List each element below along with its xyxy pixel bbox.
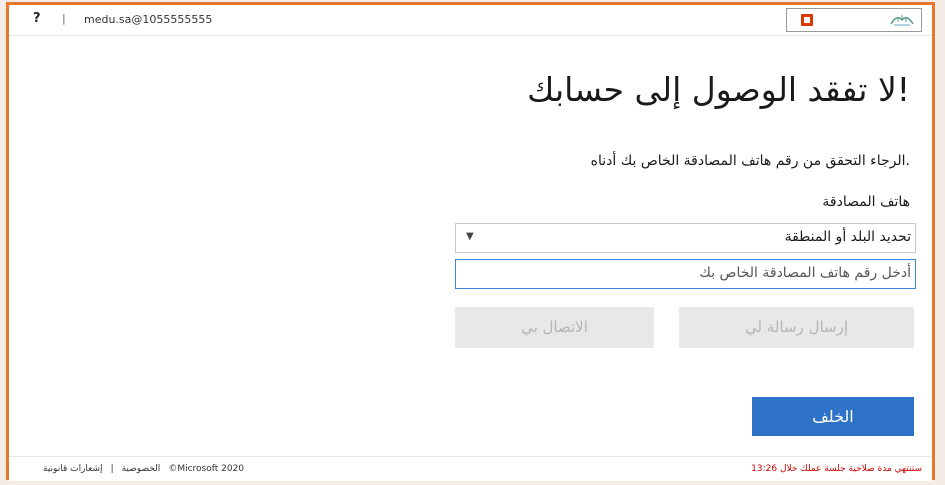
text-me-button[interactable]: إرسال رسالة لي — [679, 307, 914, 348]
legal-link[interactable]: إشعارات قانونية — [43, 464, 103, 474]
back-button[interactable]: الخلف — [752, 397, 914, 436]
call-me-button[interactable]: الاتصال بي — [455, 307, 654, 348]
dropdown-arrow-icon: ▼ — [466, 231, 474, 242]
phone-input[interactable]: أدخل رقم هاتف المصادقة الخاص بك — [455, 259, 916, 289]
phone-placeholder: أدخل رقم هاتف المصادقة الخاص بك — [699, 265, 911, 281]
page-title: لا تفقد الوصول إلى حسابك! — [527, 70, 910, 109]
ministry-logo-icon — [890, 15, 914, 26]
user-account: medu.sa@1055555555 — [84, 13, 213, 26]
footer: الخصوصية|إشعارات قانونية ©Microsoft 2020 … — [9, 456, 932, 481]
footer-links: الخصوصية | إشعارات قانونية ©Microsoft 2020 — [39, 464, 248, 474]
country-select-value: تحديد البلد أو المنطقة — [784, 229, 911, 245]
country-select[interactable]: تحديد البلد أو المنطقة ▼ — [455, 223, 916, 253]
app-window: ? | medu.sa@1055555555 لا تفقد الوصول إل… — [6, 2, 935, 481]
footer-separator: | — [110, 464, 114, 474]
copyright-text: ©Microsoft 2020 — [168, 464, 245, 474]
top-bar: ? | medu.sa@1055555555 — [9, 5, 932, 36]
organization-logo — [786, 8, 922, 32]
office-logo-icon — [801, 14, 813, 26]
session-timeout-text: ستنتهي مدة صلاحية جلسة عملك خلال 13:26 — [751, 464, 922, 474]
phone-label: هاتف المصادقة — [822, 194, 910, 210]
privacy-link[interactable]: الخصوصية — [122, 464, 161, 474]
header-separator: | — [62, 12, 66, 25]
help-button[interactable]: ? — [33, 11, 41, 26]
instructions-text: الرجاء التحقق من رقم هاتف المصادقة الخاص… — [590, 153, 910, 169]
